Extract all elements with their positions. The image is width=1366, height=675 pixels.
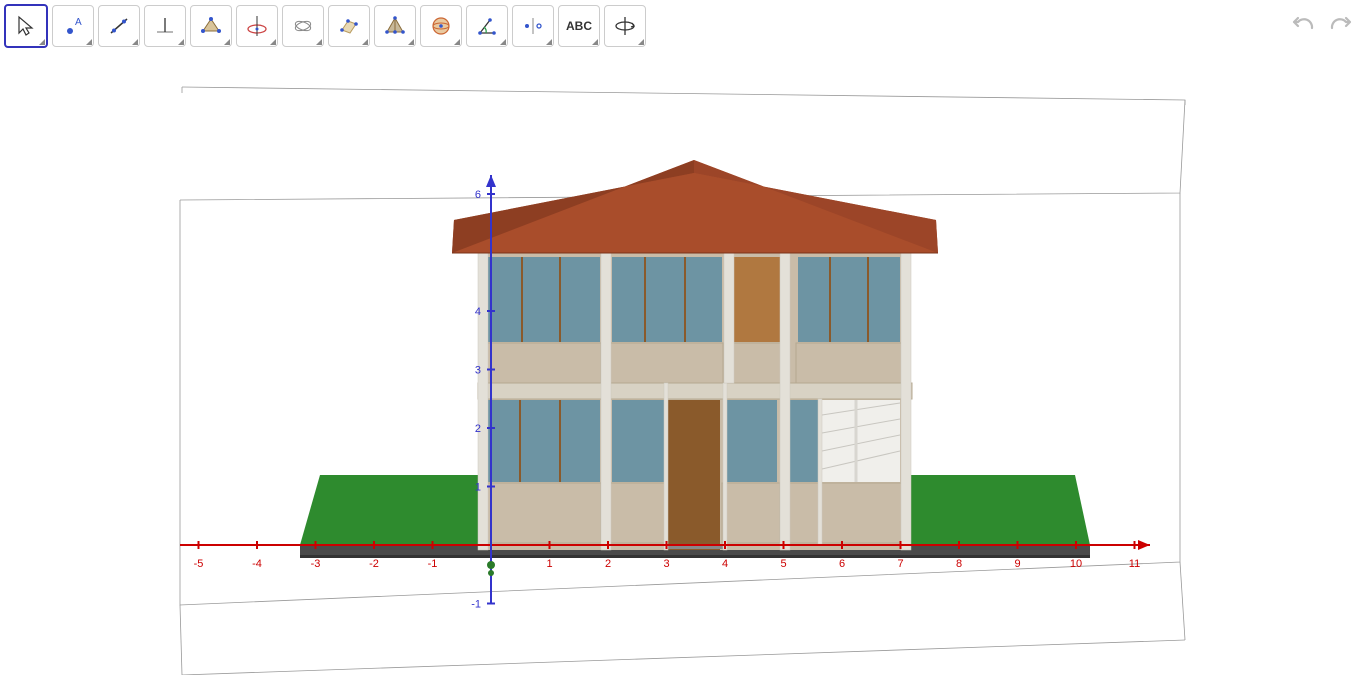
reflect-icon bbox=[522, 15, 544, 37]
pyramid-tool[interactable] bbox=[374, 5, 416, 47]
svg-text:2: 2 bbox=[605, 558, 611, 570]
svg-text:1: 1 bbox=[475, 482, 481, 494]
text-tool[interactable]: ABC bbox=[558, 5, 600, 47]
rotate-view-tool[interactable] bbox=[604, 5, 646, 47]
svg-text:-2: -2 bbox=[369, 558, 379, 570]
svg-text:5: 5 bbox=[780, 558, 786, 570]
intersect-tool[interactable] bbox=[282, 5, 324, 47]
circle-axis-icon bbox=[245, 14, 269, 38]
angle-icon bbox=[476, 15, 498, 37]
svg-text:-1: -1 bbox=[428, 558, 438, 570]
pyramid-icon bbox=[384, 15, 406, 37]
polygon-tool[interactable] bbox=[190, 5, 232, 47]
svg-text:10: 10 bbox=[1070, 558, 1082, 570]
undo-redo-group bbox=[1288, 10, 1356, 40]
perpendicular-tool[interactable] bbox=[144, 5, 186, 47]
svg-text:-4: -4 bbox=[252, 558, 262, 570]
angle-tool[interactable] bbox=[466, 5, 508, 47]
point-tool[interactable]: A bbox=[52, 5, 94, 47]
intersect-icon bbox=[292, 15, 314, 37]
redo-icon bbox=[1328, 14, 1354, 36]
3d-graphics-view[interactable]: -5 -4 -3 -2 -1 1 2 3 4 5 6 7 8 9 10 11 -1 1 2 3 4 6 bbox=[0, 55, 1366, 675]
svg-text:7: 7 bbox=[897, 558, 903, 570]
house bbox=[452, 160, 938, 550]
svg-text:-1: -1 bbox=[471, 599, 481, 611]
svg-text:-3: -3 bbox=[311, 558, 321, 570]
point-a-icon: A bbox=[62, 15, 84, 37]
plane-icon bbox=[338, 15, 360, 37]
svg-text:4: 4 bbox=[475, 306, 481, 318]
main-toolbar: A bbox=[4, 4, 646, 48]
svg-text:3: 3 bbox=[663, 558, 669, 570]
svg-text:1: 1 bbox=[546, 558, 552, 570]
undo-button[interactable] bbox=[1288, 10, 1318, 40]
reflect-tool[interactable] bbox=[512, 5, 554, 47]
redo-button[interactable] bbox=[1326, 10, 1356, 40]
y-axis bbox=[487, 561, 495, 576]
svg-text:6: 6 bbox=[475, 189, 481, 201]
sphere-icon bbox=[430, 15, 452, 37]
plane-tool[interactable] bbox=[328, 5, 370, 47]
move-tool[interactable] bbox=[4, 4, 48, 48]
perpendicular-icon bbox=[154, 15, 176, 37]
sphere-tool[interactable] bbox=[420, 5, 462, 47]
cursor-icon bbox=[15, 15, 37, 37]
circle-axis-tool[interactable] bbox=[236, 5, 278, 47]
svg-text:3: 3 bbox=[475, 365, 481, 377]
svg-text:-5: -5 bbox=[194, 558, 204, 570]
svg-text:A: A bbox=[75, 17, 82, 28]
line-icon bbox=[108, 15, 130, 37]
svg-text:9: 9 bbox=[1014, 558, 1020, 570]
svg-text:11: 11 bbox=[1129, 558, 1140, 570]
svg-text:2: 2 bbox=[475, 423, 481, 435]
line-tool[interactable] bbox=[98, 5, 140, 47]
text-icon: ABC bbox=[566, 19, 592, 33]
rotate-3d-icon bbox=[613, 14, 637, 38]
svg-text:8: 8 bbox=[956, 558, 962, 570]
undo-icon bbox=[1290, 14, 1316, 36]
svg-text:4: 4 bbox=[722, 558, 728, 570]
scene-svg: -5 -4 -3 -2 -1 1 2 3 4 5 6 7 8 9 10 11 -1 1 2 3 4 6 bbox=[0, 55, 1366, 675]
polygon-icon bbox=[200, 15, 222, 37]
svg-text:6: 6 bbox=[839, 558, 845, 570]
